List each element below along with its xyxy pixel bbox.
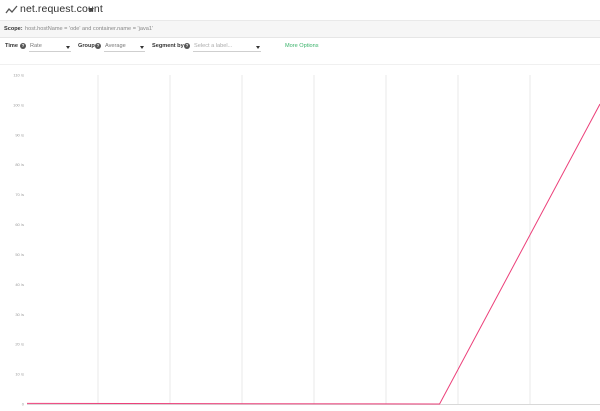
time-label: Time (5, 43, 18, 49)
scope-value[interactable]: host.hostName = 'ode' and container.name… (25, 21, 153, 37)
segment-select-placeholder: Select a label... (194, 43, 233, 49)
line-chart: 0 10 /s 20 /s 30 /s 40 /s 50 /s 60 /s 70 /s 80 /… (13, 73, 600, 407)
scope-label: Scope: (4, 26, 23, 32)
y-tick-label: 110 /s (13, 73, 24, 78)
y-tick-label: 30 /s (15, 312, 24, 317)
y-tick-label: 40 /s (15, 282, 24, 287)
y-tick-label: 90 /s (15, 132, 24, 137)
group-label: Group (78, 43, 95, 49)
help-icon[interactable]: ? (20, 43, 26, 49)
chart-controls: Time ? Rate Group ? Average Segment by ?… (0, 38, 600, 56)
y-tick-label: 10 /s (15, 372, 24, 377)
y-tick-label: 0 (22, 402, 25, 407)
scope-bar: Scope: host.hostName = 'ode' and contain… (0, 21, 600, 37)
segment-select[interactable]: Select a label... (193, 41, 261, 52)
chevron-down-icon (140, 45, 144, 49)
chevron-down-icon (66, 45, 70, 49)
segment-label: Segment by (152, 43, 184, 49)
group-select-value: Average (105, 43, 126, 49)
time-select[interactable]: Rate (29, 41, 71, 52)
controls-divider (0, 64, 600, 65)
series-line[interactable] (26, 103, 600, 405)
y-tick-label: 70 /s (15, 192, 24, 197)
chevron-down-icon[interactable] (88, 8, 94, 12)
help-icon[interactable]: ? (95, 43, 101, 49)
line-chart-icon (5, 5, 18, 14)
y-tick-label: 100 /s (13, 102, 24, 107)
y-tick-label: 20 /s (15, 342, 24, 347)
chevron-down-icon (256, 45, 260, 49)
y-tick-label: 50 /s (15, 252, 24, 257)
help-icon[interactable]: ? (184, 43, 190, 49)
y-tick-label: 80 /s (15, 162, 24, 167)
group-select[interactable]: Average (104, 41, 145, 52)
metric-header: net.request.count (0, 0, 600, 20)
y-tick-label: 60 /s (15, 222, 24, 227)
more-options-link[interactable]: More Options (285, 43, 319, 49)
time-select-value: Rate (30, 43, 42, 49)
